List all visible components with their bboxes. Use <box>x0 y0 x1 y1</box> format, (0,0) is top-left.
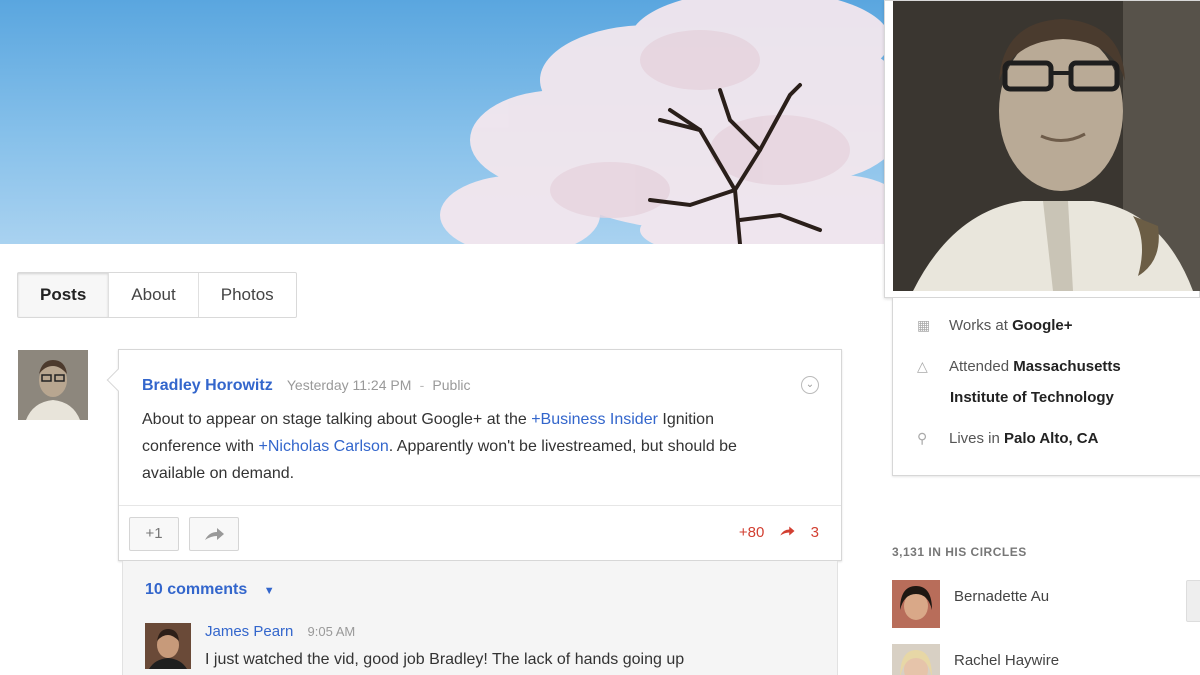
mention-business-insider[interactable]: +Business Insider <box>531 411 658 428</box>
post-stats: +80 3 <box>729 524 819 541</box>
comment-author-row: James Pearn 9:05 AM <box>205 623 355 640</box>
post-header: Bradley Horowitz Yesterday 11:24 PM - Pu… <box>142 377 471 395</box>
share-count: 3 <box>810 524 819 541</box>
home-prefix: Lives in <box>949 430 1005 447</box>
work-value: Google+ <box>1012 317 1073 334</box>
info-education: △ Attended Massachusetts <box>917 358 1121 375</box>
chevron-down-icon: ▼ <box>263 585 275 597</box>
post-body: About to appear on stage talking about G… <box>142 406 782 487</box>
post-pointer <box>106 368 130 392</box>
tab-posts[interactable]: Posts <box>18 273 110 317</box>
plus-count[interactable]: +80 <box>739 524 764 541</box>
post-visibility[interactable]: Public <box>432 377 470 393</box>
circles-title[interactable]: 3,131 IN HIS CIRCLES <box>892 545 1027 559</box>
share-button[interactable] <box>189 517 239 551</box>
post-menu-chevron-icon[interactable]: ⌄ <box>801 376 819 394</box>
circle-avatar-image <box>892 644 940 675</box>
tab-photos[interactable]: Photos <box>199 273 296 317</box>
comments-count: 10 comments <box>145 581 248 598</box>
circle-person[interactable]: Bernadette Au <box>892 580 1200 630</box>
avatar-image <box>18 350 88 420</box>
comments-section: 10 comments ▼ James Pearn 9:05 AM I just… <box>122 561 838 675</box>
post-author-name[interactable]: Bradley Horowitz <box>142 377 273 394</box>
location-pin-icon: ⚲ <box>917 430 928 446</box>
profile-photo[interactable] <box>893 1 1200 291</box>
comment-avatar[interactable] <box>145 623 191 669</box>
info-work: ▦ Works at Google+ <box>917 317 1073 334</box>
post-timestamp[interactable]: Yesterday 11:24 PM <box>287 377 412 393</box>
cover-photo <box>0 0 890 244</box>
circle-person-avatar[interactable] <box>892 644 940 675</box>
post-card: Bradley Horowitz Yesterday 11:24 PM - Pu… <box>106 349 842 561</box>
info-education-line2: Institute of Technology <box>950 389 1114 406</box>
circle-person-avatar[interactable] <box>892 580 940 628</box>
comments-toggle[interactable]: 10 comments ▼ <box>145 581 275 599</box>
circle-person-name[interactable]: Rachel Haywire <box>954 652 1059 669</box>
circle-person-name[interactable]: Bernadette Au <box>954 588 1049 605</box>
comment-text: I just watched the vid, good job Bradley… <box>205 651 685 668</box>
info-location: ⚲ Lives in Palo Alto, CA <box>917 430 1098 447</box>
school-prefix: Attended <box>949 358 1014 375</box>
school-value-line1: Massachusetts <box>1013 358 1121 375</box>
mention-nicholas-carlson[interactable]: +Nicholas Carlson <box>259 438 389 455</box>
graduation-cap-icon: △ <box>917 358 928 374</box>
about-info-card: ▦ Works at Google+ △ Attended Massachusett… <box>892 298 1200 476</box>
work-prefix: Works at <box>949 317 1013 334</box>
school-value-line2: Institute of Technology <box>950 389 1114 406</box>
post-text: About to appear on stage talking about G… <box>142 411 532 428</box>
profile-tabs: Posts About Photos <box>17 272 297 318</box>
plus-one-button[interactable]: +1 <box>129 517 179 551</box>
tab-about[interactable]: About <box>109 273 199 317</box>
share-icon <box>205 528 224 540</box>
post-author-avatar[interactable] <box>18 350 88 420</box>
profile-portrait-image <box>893 1 1200 291</box>
comment-avatar-image <box>145 623 191 669</box>
share-count-wrap[interactable]: 3 <box>778 524 819 541</box>
comment-author[interactable]: James Pearn <box>205 623 293 640</box>
reshare-icon <box>780 526 795 536</box>
home-value: Palo Alto, CA <box>1004 430 1099 447</box>
profile-photo-frame <box>884 0 1200 298</box>
add-to-circles-button[interactable] <box>1186 580 1200 622</box>
circle-avatar-image <box>892 580 940 628</box>
post-actions: +1 +80 3 <box>119 505 841 561</box>
post-separator: - <box>419 377 425 393</box>
comment-timestamp[interactable]: 9:05 AM <box>308 624 356 639</box>
building-icon: ▦ <box>917 317 931 333</box>
cherry-tree-image <box>440 0 890 244</box>
circle-person[interactable]: Rachel Haywire <box>892 644 1192 675</box>
